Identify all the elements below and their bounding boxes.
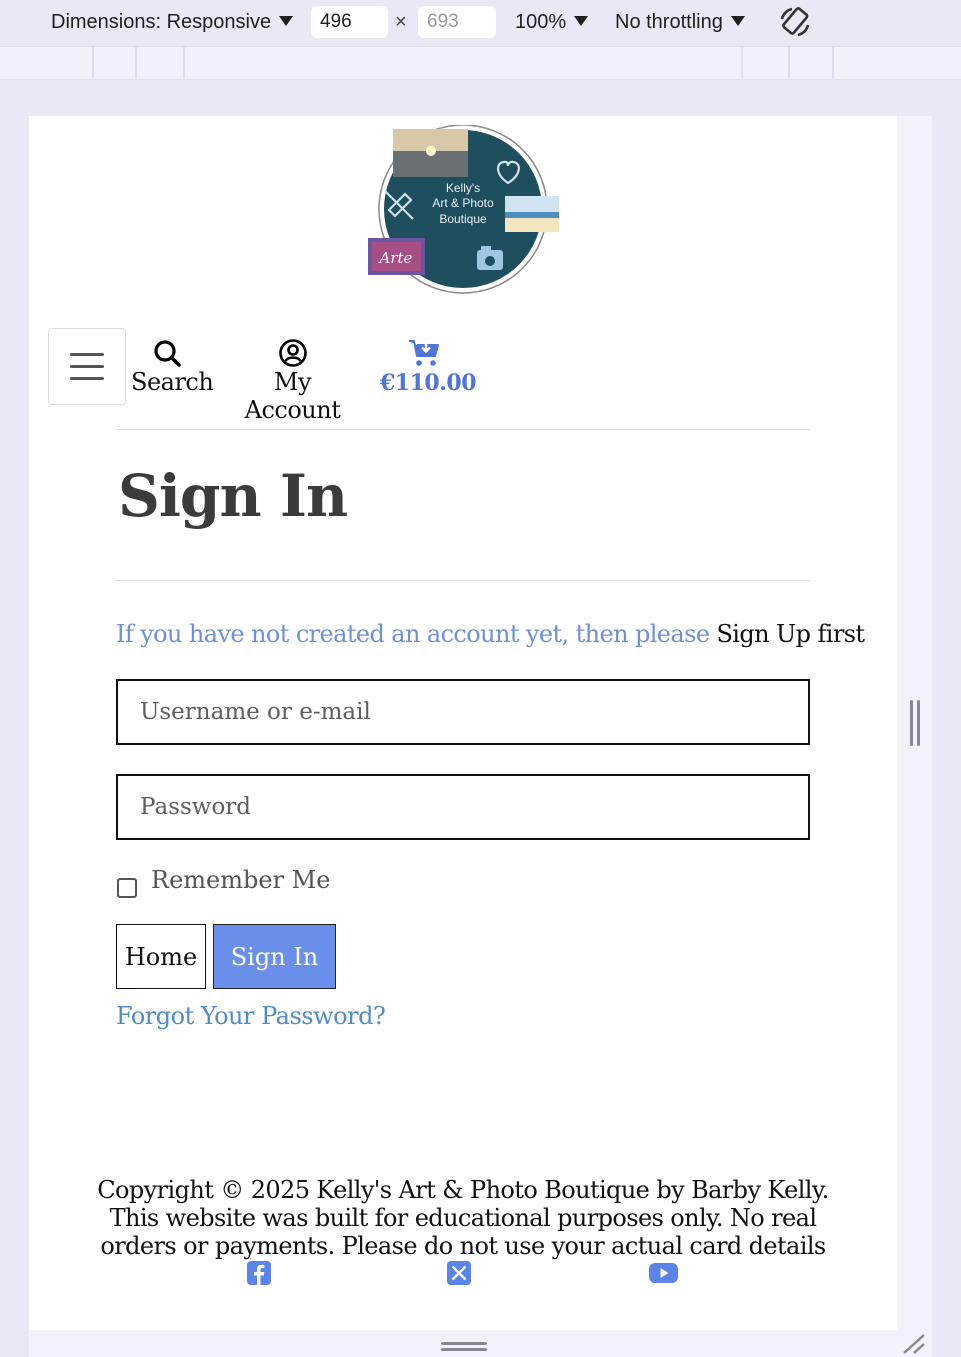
- nav-search[interactable]: Search: [131, 338, 214, 396]
- logo-line-1: Kelly's: [446, 181, 480, 195]
- facebook-icon[interactable]: [246, 1260, 272, 1286]
- divider: [116, 429, 810, 430]
- youtube-icon[interactable]: [648, 1260, 679, 1286]
- home-button[interactable]: Home: [116, 924, 206, 989]
- logo-badge-text: Arte: [378, 249, 413, 267]
- media-query-ruler: [0, 46, 961, 80]
- times-sign: ×: [395, 11, 407, 33]
- page-title: Sign In: [118, 462, 348, 530]
- password-input[interactable]: [116, 774, 810, 840]
- chevron-down-icon: [574, 16, 589, 26]
- footer-copyright: Copyright © 2025 Kelly's Art & Photo Bou…: [97, 1176, 829, 1260]
- remember-checkbox[interactable]: [117, 878, 137, 898]
- sign-in-button[interactable]: Sign In: [213, 924, 336, 989]
- logo-line-3: Boutique: [439, 212, 487, 226]
- cart-icon: [409, 340, 439, 366]
- devtools-toolbar: Dimensions: Responsive 496 × 693 100% No…: [0, 0, 961, 46]
- resize-handle-bottom[interactable]: [441, 1340, 487, 1354]
- username-input[interactable]: [116, 679, 810, 745]
- dimensions-label: Dimensions: Responsive: [51, 11, 272, 33]
- rotate-icon[interactable]: [778, 5, 812, 39]
- chevron-down-icon: [730, 16, 745, 26]
- width-input[interactable]: 496: [311, 6, 388, 38]
- dimensions-dropdown[interactable]: Dimensions: Responsive: [51, 11, 294, 34]
- throttling-label: No throttling: [615, 11, 723, 33]
- zoom-dropdown[interactable]: 100%: [515, 11, 589, 34]
- chevron-down-icon: [279, 16, 294, 26]
- account-icon: [278, 339, 307, 367]
- resize-corner-icon[interactable]: [902, 1333, 926, 1355]
- notice-end: first: [810, 620, 865, 648]
- nav-account-label: My Account: [244, 368, 341, 424]
- menu-toggle-button[interactable]: [48, 328, 126, 405]
- search-icon: [154, 340, 181, 367]
- logo-line-2: Art & Photo: [432, 196, 494, 210]
- cart-total: €110.00: [380, 370, 477, 396]
- nav-cart[interactable]: €110.00: [380, 338, 477, 396]
- resize-handle-right[interactable]: [908, 700, 922, 746]
- signup-notice: If you have not created an account yet, …: [116, 620, 865, 648]
- notice-text: If you have not created an account yet, …: [116, 620, 717, 648]
- x-twitter-icon[interactable]: [446, 1260, 472, 1286]
- nav-account[interactable]: My Account: [224, 338, 361, 424]
- signup-link[interactable]: Sign Up: [716, 620, 811, 648]
- throttling-dropdown[interactable]: No throttling: [615, 11, 745, 34]
- forgot-password-link[interactable]: Forgot Your Password?: [116, 1002, 386, 1030]
- height-input[interactable]: 693: [418, 6, 496, 38]
- site-logo[interactable]: Arte Kelly's Art & Photo Boutique: [365, 125, 565, 295]
- divider: [116, 580, 810, 581]
- remember-label: Remember Me: [151, 866, 331, 894]
- zoom-label: 100%: [515, 11, 567, 33]
- nav-search-label: Search: [131, 368, 214, 396]
